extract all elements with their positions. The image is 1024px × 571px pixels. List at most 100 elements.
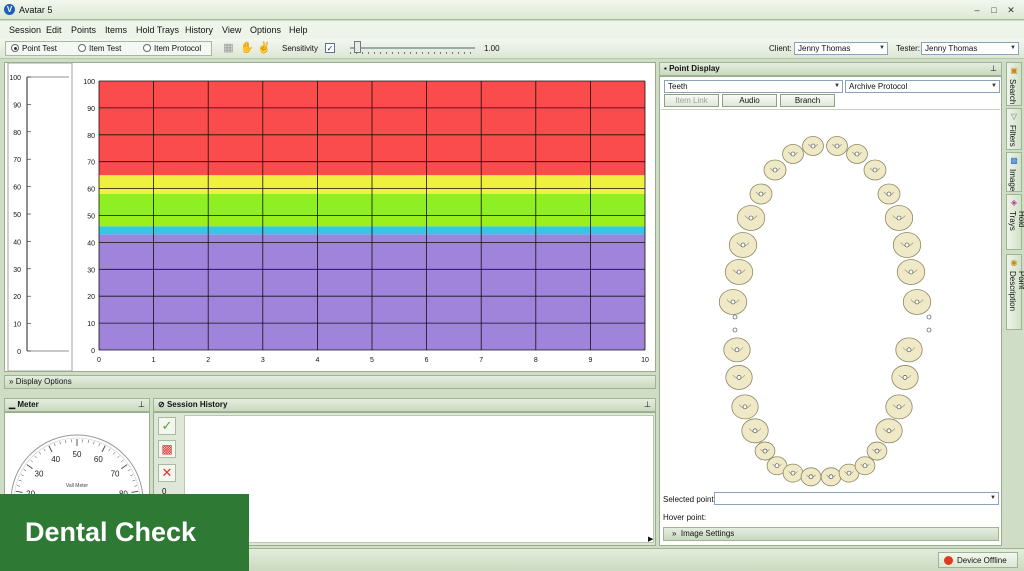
menu-view[interactable]: View xyxy=(222,25,241,35)
tooth-point xyxy=(886,428,892,434)
maximize-button[interactable]: □ xyxy=(986,3,1002,17)
menu-help[interactable]: Help xyxy=(289,25,308,35)
acupoint-marker xyxy=(926,327,932,333)
menu-edit[interactable]: Edit xyxy=(46,25,62,35)
grid-icon[interactable]: ▦ xyxy=(222,42,235,55)
display-options-bar[interactable]: » Display Options xyxy=(4,375,656,389)
menu-history[interactable]: History xyxy=(185,25,213,35)
tab-search[interactable]: ▣ Search xyxy=(1006,62,1022,106)
hands-alt-icon[interactable]: ✌ xyxy=(257,42,271,55)
display-options-label: Display Options xyxy=(15,377,72,386)
scroll-right-icon[interactable]: ▶ xyxy=(648,535,653,543)
tab-filters[interactable]: ▽ Filters xyxy=(1006,108,1022,150)
tester-label: Tester: xyxy=(896,44,921,53)
tooth-lower xyxy=(725,365,753,390)
x-tick-label: 5 xyxy=(370,357,374,364)
mode-label: Item Test xyxy=(89,44,122,53)
teeth-chart[interactable] xyxy=(661,110,1000,490)
history-list[interactable] xyxy=(184,415,654,543)
audio-button[interactable]: Audio xyxy=(722,94,777,107)
tooth-upper xyxy=(728,232,758,258)
menu-options[interactable]: Options xyxy=(250,25,281,35)
category-select[interactable]: Teeth ▼ xyxy=(664,80,843,93)
side-scale-tick-label: 100 xyxy=(9,75,21,82)
tooth-point xyxy=(862,463,868,469)
minimize-button[interactable]: – xyxy=(969,3,985,17)
clear-all-icon[interactable]: ▩ xyxy=(158,440,176,458)
tooth-point xyxy=(872,167,878,173)
y-tick-label: 40 xyxy=(87,240,95,247)
tooth-point xyxy=(854,151,860,157)
tooth-point xyxy=(886,191,892,197)
teeth-chart-area xyxy=(661,109,1000,489)
delete-icon[interactable]: ✕ xyxy=(158,464,176,482)
branch-button[interactable]: Branch xyxy=(780,94,835,107)
sensitivity-slider-ticks xyxy=(350,52,475,54)
session-history-header: ⊘ Session History ⊥ xyxy=(153,398,656,412)
mode-point-test[interactable]: Point Test xyxy=(11,44,57,53)
tooth-upper xyxy=(749,183,773,205)
radio-checked-icon xyxy=(11,44,19,52)
toolbar: Point Test Item Test Item Protocol ▦ ✋ ✌… xyxy=(0,39,1024,59)
meter-header: ▁ Meter ⊥ xyxy=(4,398,150,412)
menu-hold-trays[interactable]: Hold Trays xyxy=(136,25,179,35)
sensitivity-slider-track[interactable] xyxy=(350,47,475,49)
tab-hold-trays[interactable]: ◈ Hold Trays xyxy=(1006,194,1024,250)
x-tick-label: 0 xyxy=(97,357,101,364)
selected-point-select[interactable]: ▼ xyxy=(714,492,999,505)
image-settings-bar[interactable]: » Image Settings xyxy=(663,527,999,541)
menu-points[interactable]: Points xyxy=(71,25,96,35)
tooth-upper xyxy=(884,205,914,231)
tooth-point xyxy=(758,191,764,197)
tooth-point xyxy=(904,242,910,248)
side-scale-tick-label: 40 xyxy=(13,239,21,246)
y-tick-label: 0 xyxy=(91,348,95,355)
menu-items[interactable]: Items xyxy=(105,25,127,35)
pin-icon[interactable]: ⊥ xyxy=(990,63,997,75)
session-history-title: Session History xyxy=(166,400,228,409)
mode-item-test[interactable]: Item Test xyxy=(78,44,121,53)
selected-point-label: Selected point: xyxy=(663,495,716,504)
tab-point-description[interactable]: ◉ Point Description xyxy=(1006,254,1024,330)
tab-image[interactable]: ▩ Image xyxy=(1006,152,1022,192)
mode-item-protocol[interactable]: Item Protocol xyxy=(143,44,201,53)
acupoint-marker xyxy=(926,314,932,320)
meter-tick-label: 70 xyxy=(111,469,120,478)
category-value: Teeth xyxy=(668,82,688,91)
tooth-upper xyxy=(892,232,922,258)
y-tick-label: 70 xyxy=(87,160,95,167)
sensitivity-slider-thumb[interactable] xyxy=(354,41,361,53)
pin-icon[interactable]: ⊥ xyxy=(138,399,145,411)
app-logo-icon: V xyxy=(4,4,15,15)
hands-icon[interactable]: ✋ xyxy=(240,42,254,55)
close-button[interactable]: ✕ xyxy=(1003,3,1019,17)
client-value: Jenny Thomas xyxy=(798,44,851,53)
radio-icon xyxy=(78,44,86,52)
tab-label: Point Description xyxy=(1008,271,1024,312)
pin-icon[interactable]: ⊥ xyxy=(644,399,651,411)
y-tick-label: 60 xyxy=(87,187,95,194)
device-status[interactable]: Device Offline xyxy=(938,552,1018,568)
tester-select[interactable]: Jenny Thomas ▼ xyxy=(921,42,1019,55)
chart-panel: 0 10 20 30 40 50 60 70 80 90 100 0 1 2 3 4 5 6 7 8 9 10 0 10 20 3… xyxy=(4,62,656,372)
tooth-point xyxy=(834,143,840,149)
tooth-lower xyxy=(800,467,822,487)
chevron-down-icon: ▼ xyxy=(834,83,840,89)
item-link-button[interactable]: Item Link xyxy=(664,94,719,107)
tooth-upper xyxy=(736,205,766,231)
client-select[interactable]: Jenny Thomas ▼ xyxy=(794,42,888,55)
device-status-label: Device Offline xyxy=(957,556,1007,565)
menu-session[interactable]: Session xyxy=(9,25,41,35)
sensitivity-checkbox[interactable]: ✓ xyxy=(325,43,335,53)
acupoint-marker xyxy=(732,314,738,320)
protocol-select[interactable]: Archive Protocol ▼ xyxy=(845,80,1000,93)
tooth-lower xyxy=(885,394,913,420)
x-tick-label: 8 xyxy=(534,357,538,364)
image-icon: ▩ xyxy=(1010,156,1018,165)
tooth-point xyxy=(790,151,796,157)
point-display-header: ▪ Point Display ⊥ xyxy=(659,62,1002,76)
tooth-lower xyxy=(866,441,888,461)
chevron-down-double-icon: » xyxy=(672,529,677,538)
tooth-lower xyxy=(891,365,919,390)
approve-icon[interactable]: ✓ xyxy=(158,417,176,435)
